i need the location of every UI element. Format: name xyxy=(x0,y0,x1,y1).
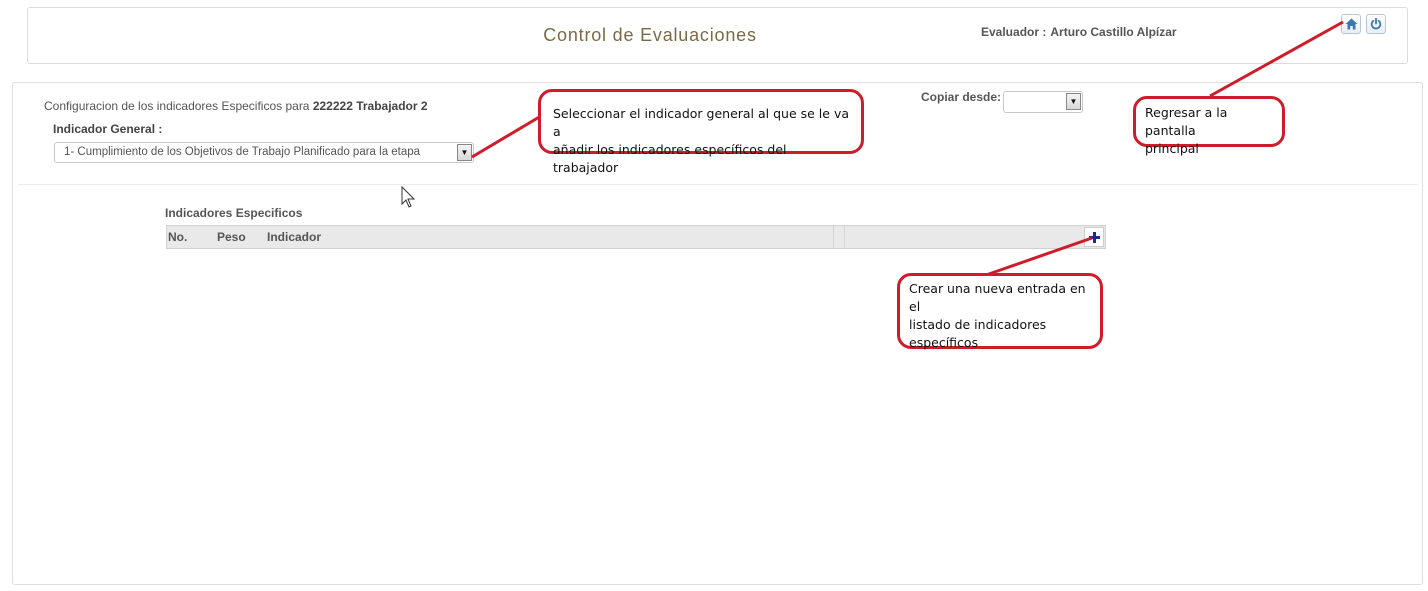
callout-add-entry: Crear una nueva entrada en el listado de… xyxy=(897,273,1103,350)
callout-line: añadir los indicadores específicos del t… xyxy=(553,142,787,175)
callout-home: Regresar a la pantalla principal xyxy=(1133,96,1285,156)
callout-line: Seleccionar el indicador general al que … xyxy=(553,106,849,139)
callout-line: Crear una nueva entrada en el xyxy=(909,281,1086,314)
connector-line xyxy=(985,236,1093,277)
mouse-cursor-icon xyxy=(401,185,416,208)
callout-select-indicator: Seleccionar el indicador general al que … xyxy=(538,89,864,175)
connector-line xyxy=(1209,20,1344,98)
callout-line: listado de indicadores xyxy=(909,317,1047,332)
connector-line xyxy=(471,114,542,159)
callout-line: principal xyxy=(1145,141,1199,156)
callout-line: específicos xyxy=(909,335,979,350)
callout-line: Regresar a la pantalla xyxy=(1145,105,1228,138)
